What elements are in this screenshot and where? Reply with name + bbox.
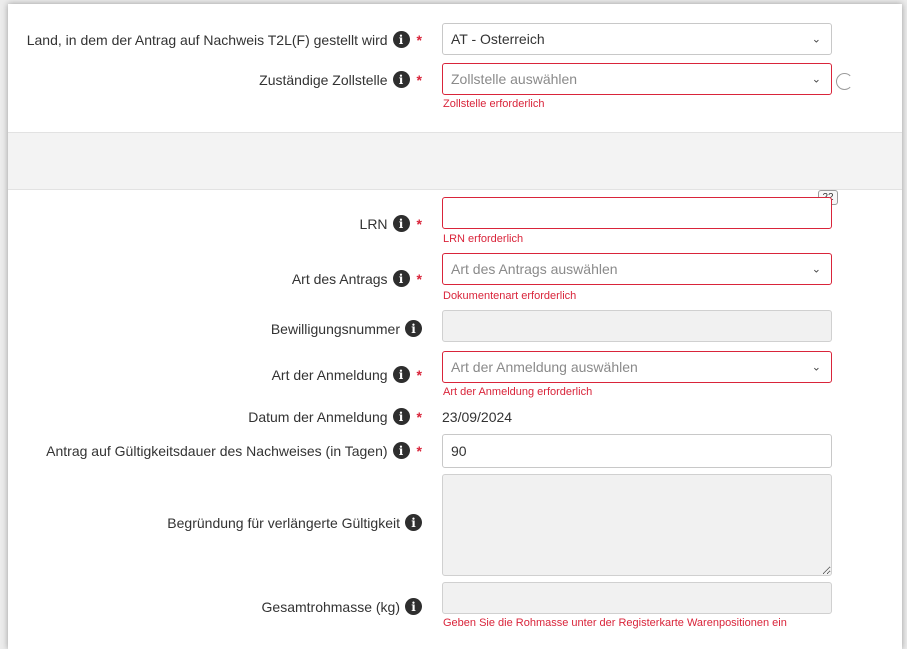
form-panel: Land, in dem der Antrag auf Nachweis T2L… <box>8 4 902 649</box>
info-circle-icon[interactable]: i <box>392 270 410 287</box>
chevron-down-icon: ⌄ <box>811 263 821 276</box>
declaration-type-select[interactable]: Art der Anmeldung auswählen ⌄ <box>442 351 832 383</box>
extended-validity-reason-textarea <box>442 474 832 576</box>
gross-mass-error: Geben Sie die Rohmasse unter der Registe… <box>443 617 787 629</box>
authorization-number-label: Bewilligungsnummer <box>270 320 400 337</box>
required-asterisk: * <box>416 442 422 459</box>
declaration-type-label: Art der Anmeldung <box>271 366 388 383</box>
authorization-number-label-row: Bewilligungsnummer i <box>271 320 422 337</box>
required-asterisk: * <box>416 270 422 287</box>
required-asterisk: * <box>416 215 422 232</box>
info-circle-icon[interactable]: i <box>392 31 410 48</box>
info-circle-icon[interactable]: i <box>405 598 422 615</box>
customs-office-label-row: Zuständige Zollstelle i * <box>259 71 422 88</box>
lrn-label: LRN <box>359 215 388 232</box>
gross-mass-label: Gesamtrohmasse (kg) <box>261 598 400 615</box>
info-circle-icon[interactable]: i <box>405 320 422 337</box>
lrn-input[interactable] <box>442 197 832 229</box>
required-asterisk: * <box>416 71 422 88</box>
application-type-select[interactable]: Art des Antrags auswählen ⌄ <box>442 253 832 285</box>
authorization-number-input <box>442 310 832 342</box>
gross-mass-label-row: Gesamtrohmasse (kg) i <box>262 598 422 615</box>
declaration-type-label-row: Art der Anmeldung i * <box>272 366 422 383</box>
lrn-error: LRN erforderlich <box>443 233 524 245</box>
extended-validity-reason-label-row: Begründung für verlängerte Gültigkeit i <box>167 514 422 531</box>
customs-office-label: Zuständige Zollstelle <box>259 71 388 88</box>
application-type-label: Art des Antrags <box>291 270 388 287</box>
customs-office-error: Zollstelle erforderlich <box>443 98 545 110</box>
validity-period-input[interactable]: 90 <box>442 434 832 468</box>
country-label: Land, in dem der Antrag auf Nachweis T2L… <box>26 31 388 48</box>
declaration-date-value: 23/09/2024 <box>442 409 513 425</box>
declaration-type-placeholder: Art der Anmeldung auswählen <box>451 359 638 375</box>
chevron-down-icon: ⌄ <box>811 73 821 86</box>
chevron-down-icon: ⌄ <box>811 361 821 374</box>
section-divider <box>8 132 902 190</box>
info-circle-icon[interactable]: i <box>392 408 410 425</box>
required-asterisk: * <box>416 408 422 425</box>
required-asterisk: * <box>416 366 422 383</box>
country-select[interactable]: AT - Osterreich ⌄ <box>442 23 832 55</box>
customs-office-placeholder: Zollstelle auswählen <box>451 71 578 87</box>
info-circle-icon[interactable]: i <box>392 215 410 232</box>
declaration-date-label: Datum der Anmeldung <box>248 408 388 425</box>
gross-mass-input <box>442 582 832 614</box>
lrn-label-row: LRN i * <box>360 215 422 232</box>
application-type-placeholder: Art des Antrags auswählen <box>451 261 618 277</box>
extended-validity-reason-label: Begründung für verlängerte Gültigkeit <box>167 514 400 531</box>
validity-period-value: 90 <box>451 443 467 459</box>
customs-office-select[interactable]: Zollstelle auswählen ⌄ <box>442 63 832 95</box>
country-select-value: AT - Osterreich <box>451 31 545 47</box>
info-circle-icon[interactable]: i <box>392 366 410 383</box>
application-type-label-row: Art des Antrags i * <box>292 270 422 287</box>
validity-period-label-row: Antrag auf Gültigkeitsdauer des Nachweis… <box>46 442 422 459</box>
info-circle-icon[interactable]: i <box>392 442 410 459</box>
declaration-date-label-row: Datum der Anmeldung i * <box>248 408 422 425</box>
country-label-row: Land, in dem der Antrag auf Nachweis T2L… <box>27 31 422 48</box>
required-asterisk: * <box>416 31 422 48</box>
application-type-error: Dokumentenart erforderlich <box>443 290 577 302</box>
declaration-type-error: Art der Anmeldung erforderlich <box>443 386 593 398</box>
validity-period-label: Antrag auf Gültigkeitsdauer des Nachweis… <box>46 442 388 459</box>
loading-spinner-icon <box>836 73 853 90</box>
chevron-down-icon: ⌄ <box>811 33 821 46</box>
info-circle-icon[interactable]: i <box>405 514 422 531</box>
info-circle-icon[interactable]: i <box>392 71 410 88</box>
